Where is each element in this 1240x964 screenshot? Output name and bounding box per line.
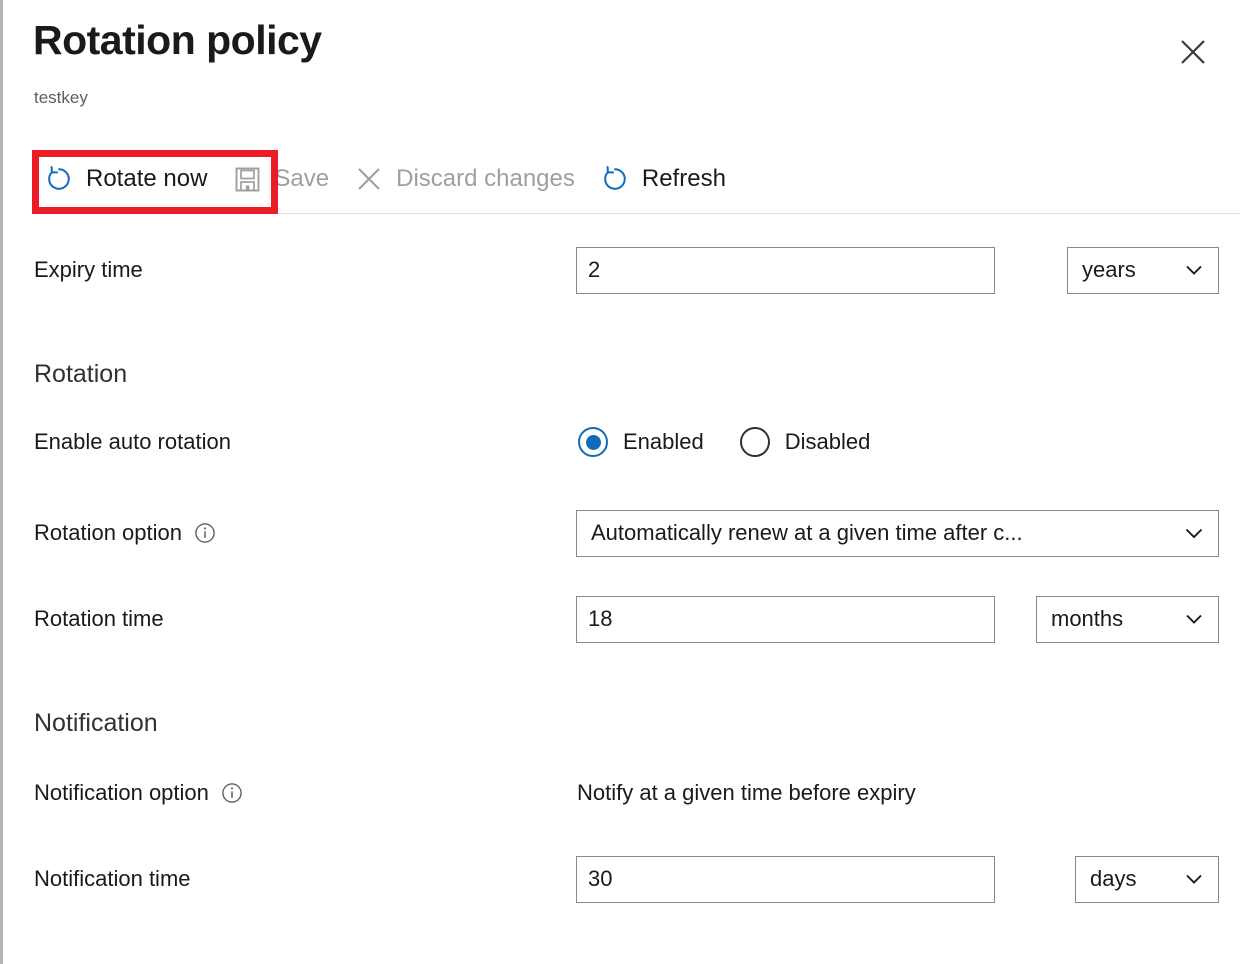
save-label: Save bbox=[274, 165, 329, 193]
toolbar-divider bbox=[31, 213, 1240, 214]
notification-option-label-group: Notification option bbox=[34, 780, 243, 806]
close-x-icon bbox=[355, 165, 383, 193]
radio-option-disabled-label: Disabled bbox=[785, 429, 871, 455]
refresh-button[interactable]: Refresh bbox=[589, 153, 740, 205]
radio-option-enabled[interactable]: Enabled bbox=[578, 427, 704, 457]
discard-changes-button[interactable]: Discard changes bbox=[343, 153, 589, 205]
radio-selected-icon bbox=[578, 427, 608, 457]
notification-time-row: Notification time days bbox=[3, 853, 1240, 905]
rotation-time-input[interactable] bbox=[576, 596, 995, 643]
notification-section-heading: Notification bbox=[34, 709, 158, 738]
notification-option-row: Notification option Notify at a given ti… bbox=[3, 767, 1240, 819]
close-icon bbox=[1178, 37, 1208, 67]
command-bar: Rotate now Save Discard changes bbox=[33, 152, 740, 206]
rotation-option-label-group: Rotation option bbox=[34, 520, 216, 546]
rotation-time-unit-value: months bbox=[1051, 606, 1123, 632]
save-icon bbox=[233, 165, 261, 193]
radio-option-disabled[interactable]: Disabled bbox=[740, 427, 871, 457]
save-button[interactable]: Save bbox=[221, 153, 343, 205]
rotate-now-button[interactable]: Rotate now bbox=[33, 153, 221, 205]
rotation-policy-blade: Rotation policy testkey Rotate now bbox=[0, 0, 1240, 964]
info-icon[interactable] bbox=[194, 522, 216, 544]
notification-time-unit-select[interactable]: days bbox=[1075, 856, 1219, 903]
discard-changes-label: Discard changes bbox=[396, 165, 575, 193]
rotation-time-label: Rotation time bbox=[34, 606, 164, 632]
chevron-down-icon bbox=[1182, 607, 1206, 631]
info-icon[interactable] bbox=[221, 782, 243, 804]
expiry-time-input[interactable] bbox=[576, 247, 995, 294]
expiry-time-unit-value: years bbox=[1082, 257, 1136, 283]
rotation-time-field-stack bbox=[576, 596, 995, 643]
page-subtitle-key-name: testkey bbox=[34, 88, 88, 108]
enable-auto-rotation-row: Enable auto rotation Enabled Disabled bbox=[3, 416, 1240, 468]
notification-option-value: Notify at a given time before expiry bbox=[577, 780, 916, 806]
enable-auto-rotation-radio-group: Enabled Disabled bbox=[578, 427, 870, 457]
chevron-down-icon bbox=[1182, 258, 1206, 282]
notification-time-label: Notification time bbox=[34, 866, 191, 892]
rotate-now-label: Rotate now bbox=[86, 165, 207, 193]
rotation-time-row: Rotation time months bbox=[3, 593, 1240, 645]
expiry-time-field-stack bbox=[576, 247, 995, 294]
radio-unselected-icon bbox=[740, 427, 770, 457]
notification-time-input[interactable] bbox=[576, 856, 995, 903]
refresh-label: Refresh bbox=[642, 165, 726, 193]
enable-auto-rotation-label: Enable auto rotation bbox=[34, 429, 231, 455]
notification-time-label-group: Notification time bbox=[34, 866, 191, 892]
rotation-option-row: Rotation option Automatically renew at a… bbox=[3, 507, 1240, 559]
rotate-icon bbox=[45, 165, 73, 193]
expiry-time-label-group: Expiry time bbox=[34, 257, 143, 283]
refresh-icon bbox=[601, 165, 629, 193]
close-button[interactable] bbox=[1174, 33, 1212, 71]
rotation-time-unit-select[interactable]: months bbox=[1036, 596, 1219, 643]
rotation-option-label: Rotation option bbox=[34, 520, 182, 546]
expiry-time-unit-select[interactable]: years bbox=[1067, 247, 1219, 294]
notification-time-unit-value: days bbox=[1090, 866, 1136, 892]
chevron-down-icon bbox=[1182, 521, 1206, 545]
rotation-option-value: Automatically renew at a given time afte… bbox=[591, 520, 1023, 546]
rotation-option-combobox[interactable]: Automatically renew at a given time afte… bbox=[576, 510, 1219, 557]
rotation-section-heading: Rotation bbox=[34, 360, 127, 389]
radio-option-enabled-label: Enabled bbox=[623, 429, 704, 455]
rotation-time-label-group: Rotation time bbox=[34, 606, 164, 632]
notification-option-label: Notification option bbox=[34, 780, 209, 806]
expiry-time-label: Expiry time bbox=[34, 257, 143, 283]
chevron-down-icon bbox=[1182, 867, 1206, 891]
expiry-time-row: Expiry time years bbox=[3, 244, 1240, 296]
enable-auto-rotation-label-group: Enable auto rotation bbox=[34, 429, 231, 455]
page-title: Rotation policy bbox=[33, 18, 322, 63]
notification-time-field-stack bbox=[576, 856, 995, 903]
